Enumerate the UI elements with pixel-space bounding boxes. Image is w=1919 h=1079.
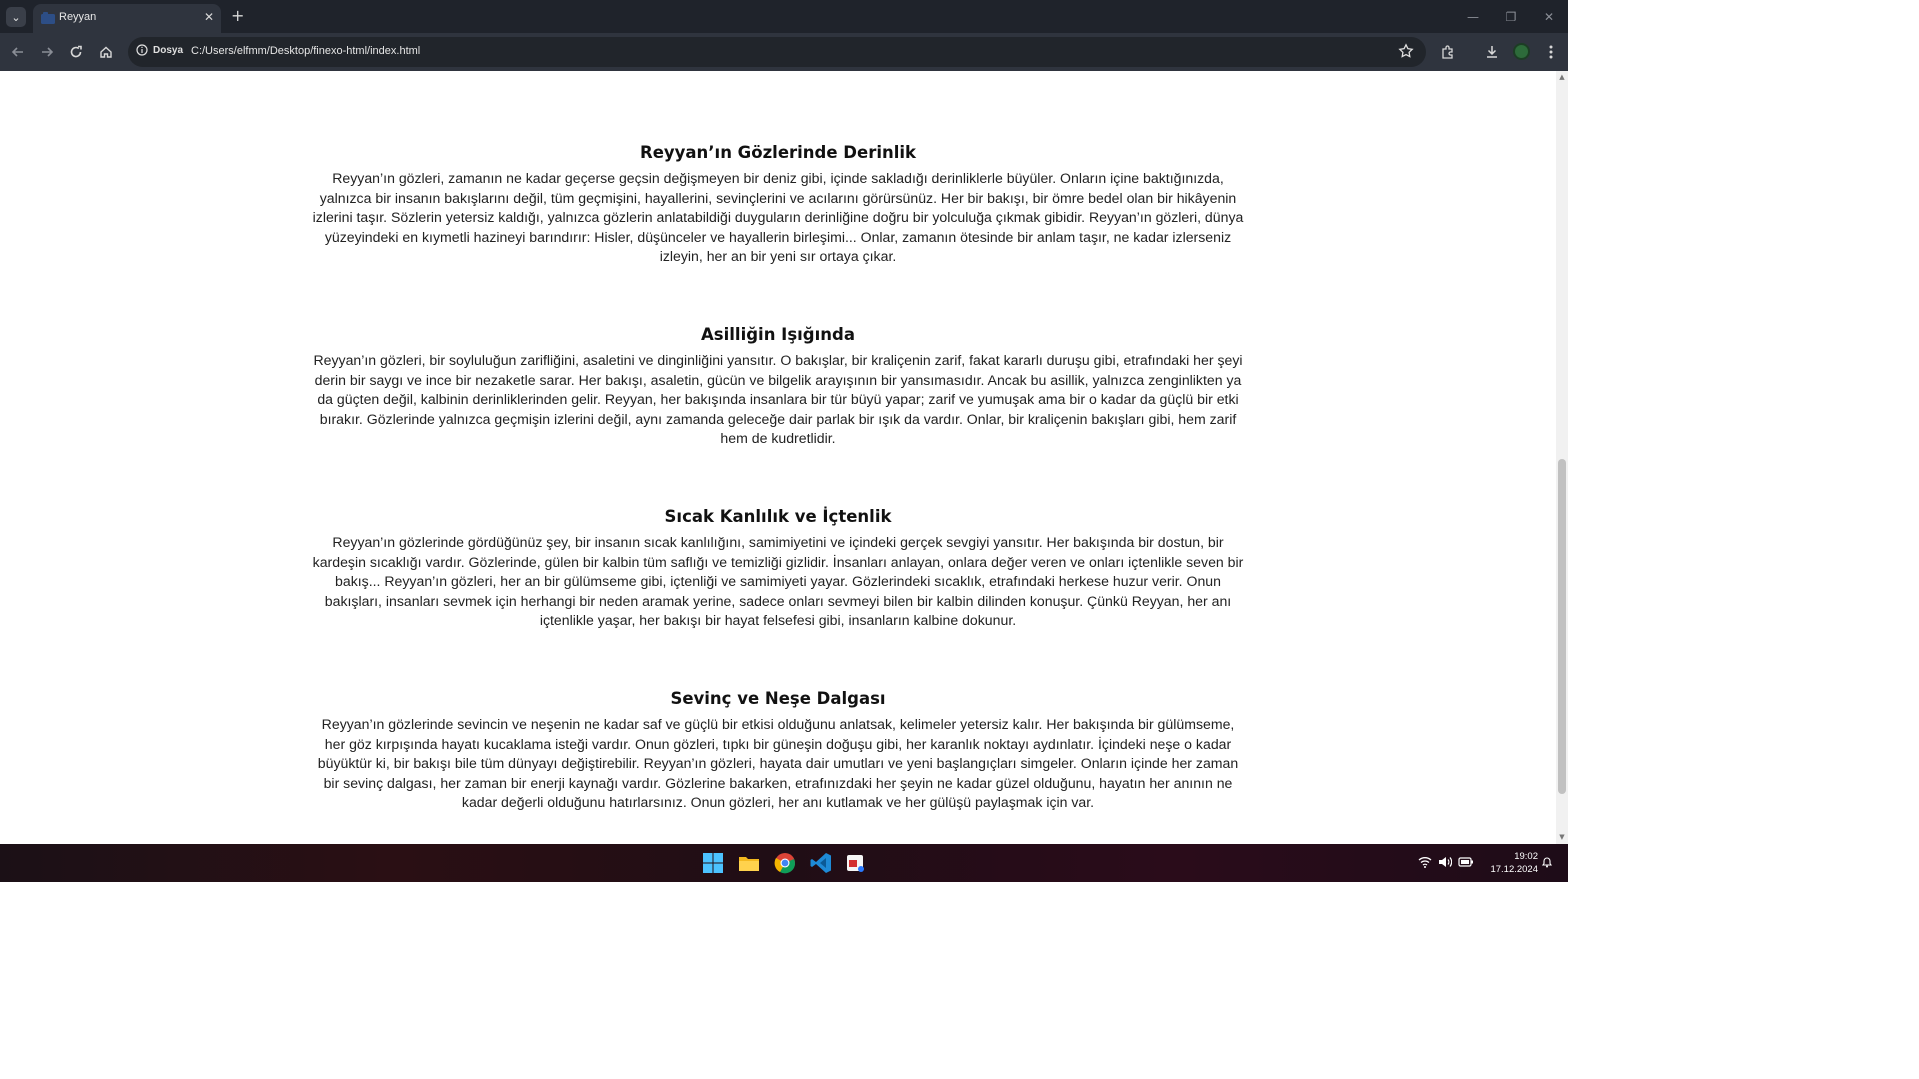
system-tray[interactable]: [1418, 856, 1474, 871]
clock-date: 17.12.2024: [1490, 864, 1538, 875]
restore-icon[interactable]: ❐: [1492, 0, 1530, 33]
notification-icon[interactable]: [1541, 856, 1553, 871]
info-icon: [136, 44, 148, 56]
section-sevinc: Sevinç ve Neşe Dalgası Reyyan’ın gözleri…: [312, 688, 1244, 813]
star-icon[interactable]: [1398, 43, 1414, 63]
scroll-up-icon[interactable]: ▲: [1558, 73, 1566, 81]
section-title: Sevinç ve Neşe Dalgası: [670, 689, 886, 708]
page-favicon-icon: [41, 12, 55, 24]
section-derinlik: Reyyan’ın Gözlerinde Derinlik Reyyan’ın …: [312, 142, 1244, 267]
section-sicakkanlilik: Sıcak Kanlılık ve İçtenlik Reyyan’ın göz…: [312, 506, 1244, 631]
section-asillik: Asilliğin Işığında Reyyan’ın gözleri, bi…: [312, 324, 1244, 449]
taskbar-clock[interactable]: 19:02 17.12.2024: [1480, 850, 1538, 876]
clock-time: 19:02: [1514, 851, 1538, 862]
section-title: Reyyan’ın Gözlerinde Derinlik: [639, 143, 917, 162]
site-info-label: Dosya: [153, 44, 184, 56]
tab-list-icon[interactable]: ⌄: [6, 7, 26, 27]
profile-avatar[interactable]: [1513, 43, 1530, 60]
section-body: Reyyan’ın gözlerinde gördüğünüz şey, bir…: [312, 534, 1244, 629]
menu-icon[interactable]: [1541, 42, 1561, 62]
download-icon[interactable]: [1482, 42, 1502, 62]
section-title: Asilliğin Işığında: [701, 325, 855, 344]
home-icon[interactable]: [96, 42, 116, 62]
vscode-icon[interactable]: [810, 852, 832, 874]
plus-icon[interactable]: +: [231, 7, 244, 25]
active-tab[interactable]: Reyyan ✕: [33, 4, 221, 33]
window-controls: — ❐ ✕: [1454, 0, 1568, 33]
section-body: Reyyan’ın gözleri, zamanın ne kadar geçe…: [312, 170, 1244, 265]
close-icon[interactable]: ✕: [204, 10, 214, 24]
site-info-button[interactable]: Dosya: [136, 44, 183, 56]
reload-icon[interactable]: [66, 42, 86, 62]
battery-icon[interactable]: [1458, 856, 1474, 871]
scroll-down-icon[interactable]: ▼: [1558, 833, 1566, 841]
file-explorer-icon[interactable]: [738, 852, 760, 874]
extensions-icon[interactable]: [1438, 42, 1458, 62]
scroll-thumb[interactable]: [1558, 459, 1566, 794]
back-icon[interactable]: [8, 42, 28, 62]
url-text[interactable]: C:/Users/elfmm/Desktop/finexo-html/index…: [191, 45, 420, 57]
volume-icon[interactable]: [1438, 856, 1453, 871]
browser-toolbar: Dosya C:/Users/elfmm/Desktop/finexo-html…: [0, 33, 1568, 71]
window-close-icon[interactable]: ✕: [1530, 0, 1568, 33]
page-viewport: Reyyan’ın Gözlerinde Derinlik Reyyan’ın …: [0, 71, 1556, 844]
section-title: Sıcak Kanlılık ve İçtenlik: [664, 507, 892, 526]
address-bar[interactable]: Dosya C:/Users/elfmm/Desktop/finexo-html…: [128, 37, 1426, 67]
minimize-icon[interactable]: —: [1454, 0, 1492, 33]
taskbar: 19:02 17.12.2024: [0, 844, 1568, 882]
wifi-icon[interactable]: [1418, 856, 1432, 871]
tab-strip: ⌄ Reyyan ✕ + — ❐ ✕: [0, 0, 1568, 33]
section-body: Reyyan’ın gözleri, bir soyluluğun zarifl…: [313, 352, 1243, 447]
section-body: Reyyan’ın gözlerinde sevincin ve neşenin…: [317, 716, 1239, 811]
vertical-scrollbar[interactable]: ▲ ▼: [1556, 71, 1568, 844]
app-icon[interactable]: [845, 852, 867, 874]
forward-icon[interactable]: [37, 42, 57, 62]
windows-start-icon[interactable]: [702, 852, 724, 874]
chrome-icon[interactable]: [774, 852, 796, 874]
tab-title: Reyyan: [59, 11, 97, 23]
